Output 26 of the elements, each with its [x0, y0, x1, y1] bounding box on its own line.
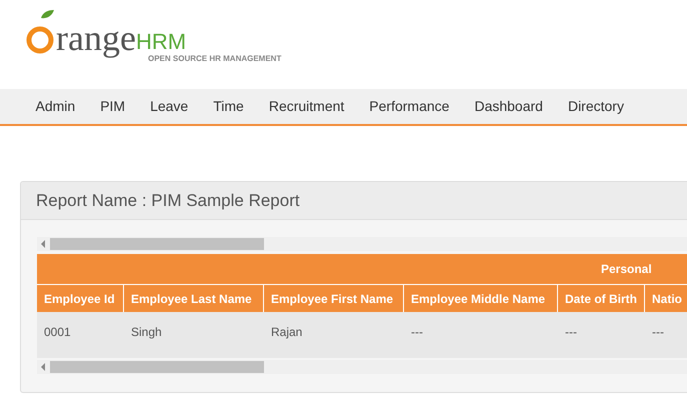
table-cell: --- — [652, 325, 664, 339]
logo-text: range — [56, 20, 136, 56]
menu-item[interactable]: Performance — [356, 96, 462, 117]
logo-tagline: OPEN SOURCE HR MANAGEMENT — [148, 54, 282, 64]
fruit-logo-icon — [26, 8, 56, 56]
table-cell: --- — [411, 325, 423, 339]
horizontal-scrollbar[interactable] — [37, 360, 687, 374]
scrollbar-thumb[interactable] — [50, 238, 264, 250]
menu-item[interactable]: Time — [200, 96, 256, 117]
menu-item[interactable]: Directory — [555, 96, 636, 117]
menu-item[interactable]: Recruitment — [256, 96, 357, 117]
table-cell: Rajan — [271, 325, 302, 339]
scrollbar-thumb[interactable] — [50, 361, 264, 373]
menu-item[interactable]: Admin — [23, 96, 88, 117]
scroll-left-icon[interactable] — [40, 363, 46, 371]
table-cell: Singh — [131, 325, 162, 339]
menu-item[interactable]: PIM — [88, 96, 138, 117]
group-header-text: Personal — [601, 261, 652, 278]
report-title: Report Name : PIM Sample Report — [36, 190, 300, 212]
menu-item[interactable]: Dashboard — [462, 96, 556, 117]
table-cell: 0001 — [44, 325, 71, 339]
logo-accent-text: HRM — [136, 29, 186, 55]
horizontal-scrollbar[interactable] — [37, 237, 687, 251]
table-cell: --- — [565, 325, 577, 339]
menu-item[interactable]: Leave — [138, 96, 201, 117]
scroll-left-icon[interactable] — [40, 240, 46, 248]
